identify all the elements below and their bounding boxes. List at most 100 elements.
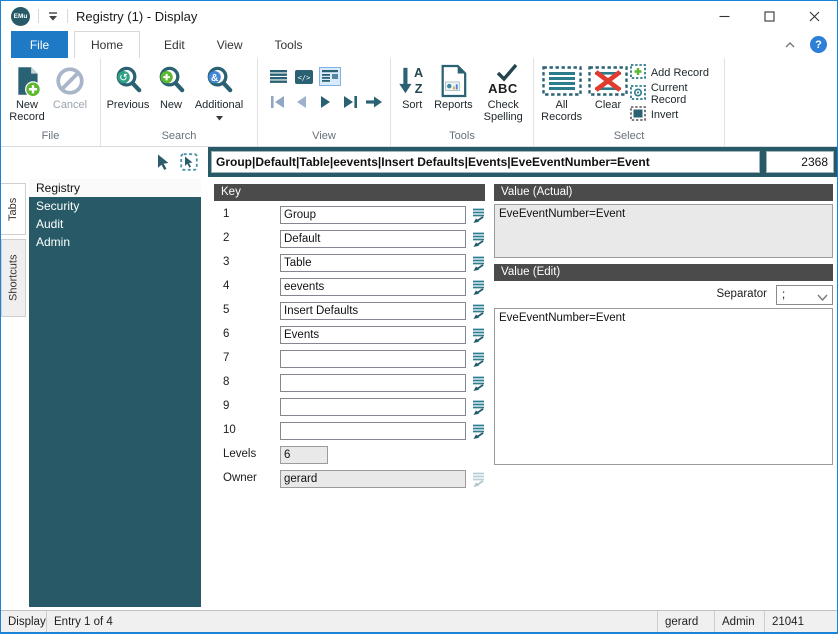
add-record-button[interactable]: Add Record [629, 64, 721, 81]
key-input-10[interactable] [280, 422, 466, 440]
separator-row: Separator ; [494, 285, 833, 305]
owner-label: Owner [223, 472, 257, 484]
nav-item-admin[interactable]: Admin [29, 233, 201, 251]
sort-label: Sort [402, 99, 423, 111]
view-code-button[interactable]: </> [293, 67, 315, 86]
clear-selection-button[interactable]: Clear [586, 60, 630, 111]
status-number: 21041 [772, 615, 804, 628]
lookup-icon[interactable] [471, 303, 486, 320]
last-record-icon[interactable] [339, 93, 360, 111]
search-previous-button[interactable]: ↺ Previous [104, 60, 152, 111]
tab-home[interactable]: Home [74, 31, 141, 58]
nav-item-audit[interactable]: Audit [29, 215, 201, 233]
invert-selection-icon [629, 106, 646, 124]
registry-nav-list: Registry Security Audit Admin [29, 179, 201, 607]
ribbon-tab-row: File Home Edit View Tools ? [1, 31, 837, 58]
view-list-button[interactable] [267, 67, 289, 86]
lookup-icon[interactable] [471, 255, 486, 272]
owner-row: Owner [214, 470, 489, 490]
search-additional-button[interactable]: & Additional [190, 60, 248, 124]
separator-label: Separator [716, 288, 767, 300]
sort-button[interactable]: AZ Sort [394, 60, 430, 111]
key-row-number: 4 [223, 280, 230, 292]
value-actual-field: EveEventNumber=Event [494, 204, 833, 258]
check-spelling-button[interactable]: ABC Check Spelling [476, 60, 530, 123]
collapse-ribbon-icon[interactable] [784, 36, 796, 54]
search-previous-label: Previous [106, 99, 150, 111]
maximize-button[interactable] [747, 1, 792, 31]
marquee-select-icon[interactable] [179, 152, 199, 172]
key-row: 10 [214, 422, 489, 442]
tab-edit[interactable]: Edit [148, 31, 201, 58]
sidebar-tab-shortcuts[interactable]: Shortcuts [1, 239, 26, 317]
levels-value-field [280, 446, 328, 464]
tab-tools[interactable]: Tools [259, 31, 319, 58]
cancel-button[interactable]: Cancel [50, 60, 90, 111]
check-spelling-label: Check Spelling [483, 99, 523, 123]
key-input-4[interactable] [280, 278, 466, 296]
nav-item-security[interactable]: Security [29, 197, 201, 215]
search-previous-icon: ↺ [112, 62, 145, 99]
quick-access-dropdown-icon[interactable] [47, 11, 59, 22]
key-input-7[interactable] [280, 350, 466, 368]
next-record-icon[interactable] [315, 93, 336, 111]
ribbon-group-select: All Records Clear Add Record Current Rec… [534, 58, 725, 146]
cancel-icon [54, 62, 86, 99]
key-row: 4 [214, 278, 489, 298]
sidebar-tab-tabs[interactable]: Tabs [1, 183, 26, 235]
lookup-icon[interactable] [471, 231, 486, 248]
ribbon-group-view: </> View [258, 58, 391, 146]
key-input-6[interactable] [280, 326, 466, 344]
previous-record-icon[interactable] [291, 93, 312, 111]
key-row: 5 [214, 302, 489, 322]
ribbon-group-tools: AZ Sort Reports ABC Check Spelling Tools [391, 58, 534, 146]
cursor-arrow-icon[interactable] [154, 152, 172, 172]
app-logo[interactable]: EMu [11, 6, 30, 26]
key-input-9[interactable] [280, 398, 466, 416]
nav-item-registry[interactable]: Registry [29, 179, 201, 197]
lookup-icon[interactable] [471, 399, 486, 416]
status-user: gerard [657, 611, 715, 632]
tab-file[interactable]: File [11, 31, 68, 58]
lookup-icon[interactable] [471, 207, 486, 224]
key-input-2[interactable] [280, 230, 466, 248]
separator-value: ; [782, 289, 786, 301]
tab-view[interactable]: View [201, 31, 259, 58]
goto-record-icon[interactable] [363, 93, 384, 111]
new-record-icon [11, 62, 44, 99]
key-row: 7 [214, 350, 489, 370]
owner-value-field [280, 470, 466, 488]
record-count: 2368 [766, 151, 834, 173]
reports-button[interactable]: Reports [430, 60, 476, 111]
key-input-3[interactable] [280, 254, 466, 272]
current-record-button[interactable]: Current Record [629, 82, 721, 106]
svg-text:</>: </> [298, 74, 311, 82]
key-input-5[interactable] [280, 302, 466, 320]
titlebar-separator [38, 9, 39, 23]
key-input-1[interactable] [280, 206, 466, 224]
svg-text:ABC: ABC [488, 81, 518, 96]
lookup-icon[interactable] [471, 423, 486, 440]
sidebar: Tabs Shortcuts Registry Security Audit A… [1, 177, 208, 610]
view-details-button[interactable] [319, 67, 341, 86]
minimize-button[interactable] [702, 1, 747, 31]
lookup-icon[interactable] [471, 351, 486, 368]
separator-select[interactable]: ; [776, 285, 833, 305]
group-label-view: View [312, 130, 336, 142]
first-record-icon[interactable] [267, 93, 288, 111]
lookup-icon[interactable] [471, 375, 486, 392]
registry-path-value[interactable]: Group|Default|Table|eevents|Insert Defau… [211, 151, 760, 173]
ribbon-group-file: New Record Cancel File [1, 58, 101, 146]
invert-selection-button[interactable]: Invert [629, 106, 721, 124]
lookup-icon[interactable] [471, 327, 486, 344]
value-edit-field[interactable]: EveEventNumber=Event [494, 308, 833, 465]
help-icon[interactable]: ? [810, 36, 827, 53]
new-record-button[interactable]: New Record [4, 60, 50, 123]
close-button[interactable] [792, 1, 837, 31]
all-records-button[interactable]: All Records [537, 60, 586, 123]
search-new-label: New [159, 99, 182, 111]
sort-icon: AZ [396, 62, 428, 99]
lookup-icon[interactable] [471, 279, 486, 296]
search-new-button[interactable]: New [152, 60, 190, 111]
key-input-8[interactable] [280, 374, 466, 392]
